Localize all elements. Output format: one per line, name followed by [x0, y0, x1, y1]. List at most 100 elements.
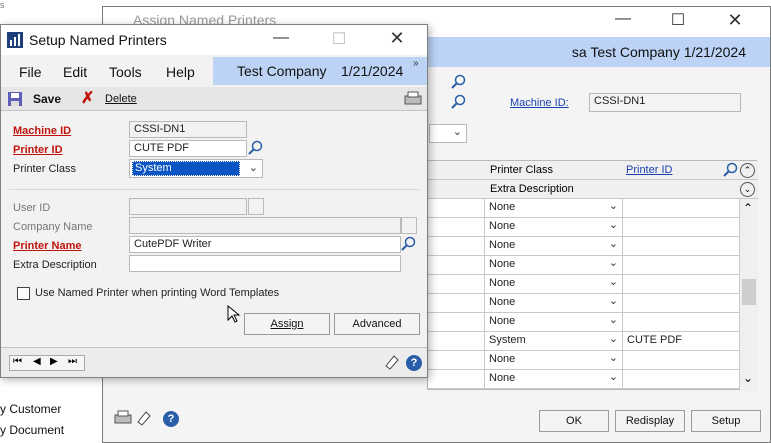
- scroll-thumb[interactable]: [742, 279, 756, 305]
- advanced-button[interactable]: Advanced: [334, 313, 420, 335]
- printer-class-cell[interactable]: None ⌄: [485, 256, 623, 275]
- printer-id-cell[interactable]: CUTE PDF: [623, 332, 740, 351]
- user-id-input[interactable]: [129, 198, 247, 215]
- grid-lookup-icon[interactable]: [723, 162, 739, 178]
- word-templates-checkbox-label[interactable]: Use Named Printer when printing Word Tem…: [35, 287, 279, 299]
- description-cell[interactable]: [428, 370, 485, 389]
- printer-class-cell[interactable]: None ⌄: [485, 218, 623, 237]
- description-cell[interactable]: [428, 237, 485, 256]
- printer-id-cell[interactable]: [623, 294, 740, 313]
- col-printer-id-header[interactable]: Printer ID: [626, 164, 672, 176]
- company-name-input[interactable]: [129, 217, 401, 234]
- table-row[interactable]: None ⌄: [428, 294, 740, 313]
- printer-class-cell[interactable]: System ⌄: [485, 332, 623, 351]
- background-list-item[interactable]: y Document: [0, 423, 64, 437]
- delete-button[interactable]: Delete: [105, 93, 137, 105]
- last-record-icon[interactable]: ⏭: [68, 356, 77, 367]
- machine-id-link[interactable]: Machine ID:: [510, 97, 569, 109]
- scroll-down-arrow[interactable]: ⌄: [743, 371, 753, 385]
- ok-button[interactable]: OK: [539, 410, 609, 432]
- table-row[interactable]: None ⌄: [428, 218, 740, 237]
- description-cell[interactable]: [428, 256, 485, 275]
- printer-id-cell[interactable]: [623, 218, 740, 237]
- machine-id-input[interactable]: CSSI-DN1: [129, 121, 247, 138]
- printer-class-cell[interactable]: None ⌄: [485, 237, 623, 256]
- expand-icon[interactable]: ⌄: [740, 182, 755, 197]
- description-cell[interactable]: [428, 294, 485, 313]
- help-icon[interactable]: ?: [163, 411, 179, 427]
- printer-id-cell[interactable]: [623, 275, 740, 294]
- description-cell[interactable]: [428, 332, 485, 351]
- minimize-button[interactable]: —: [261, 29, 301, 47]
- printer-class-cell[interactable]: None ⌄: [485, 294, 623, 313]
- table-row[interactable]: None ⌄: [428, 256, 740, 275]
- next-record-icon[interactable]: ▶: [50, 356, 58, 367]
- printer-id-lookup-icon[interactable]: [248, 140, 264, 156]
- printer-class-cell[interactable]: None ⌄: [485, 275, 623, 294]
- printer-name-label: Printer Name: [13, 240, 82, 252]
- user-id-lookup-icon[interactable]: [248, 198, 264, 215]
- back-minimize-button[interactable]: —: [603, 10, 643, 28]
- back-maximize-button[interactable]: ☐: [658, 10, 698, 30]
- description-cell[interactable]: [428, 313, 485, 332]
- menu-help[interactable]: Help: [166, 64, 195, 80]
- header-company: Test Company: [237, 63, 327, 79]
- table-row[interactable]: None ⌄: [428, 313, 740, 332]
- expand-chevron-icon[interactable]: »: [413, 58, 419, 69]
- word-templates-checkbox[interactable]: [17, 287, 30, 300]
- background-list-item[interactable]: y Customer: [0, 402, 61, 416]
- table-row[interactable]: None ⌄: [428, 199, 740, 218]
- printer-id-cell[interactable]: [623, 199, 740, 218]
- printer-id-cell[interactable]: [623, 351, 740, 370]
- lookup-icon[interactable]: [451, 74, 467, 90]
- previous-record-icon[interactable]: ◀: [33, 356, 41, 367]
- description-cell[interactable]: [428, 351, 485, 370]
- printer-id-cell[interactable]: [623, 370, 740, 389]
- setup-button[interactable]: Setup: [691, 410, 761, 432]
- printer-id-cell[interactable]: [623, 256, 740, 275]
- description-cell[interactable]: [428, 199, 485, 218]
- printer-class-cell[interactable]: None ⌄: [485, 351, 623, 370]
- maximize-button[interactable]: ☐: [319, 29, 359, 49]
- menu-file[interactable]: File: [19, 64, 42, 80]
- machine-id-field[interactable]: CSSI-DN1: [589, 93, 741, 112]
- grid-scrollbar[interactable]: ⌃ ⌄: [740, 199, 758, 391]
- note-icon[interactable]: [384, 354, 400, 370]
- printer-id-input[interactable]: CUTE PDF: [129, 140, 247, 157]
- table-row[interactable]: None ⌄: [428, 351, 740, 370]
- printer-id-cell[interactable]: [623, 237, 740, 256]
- menu-tools[interactable]: Tools: [109, 64, 142, 80]
- menu-edit[interactable]: Edit: [63, 64, 87, 80]
- assign-button[interactable]: Assign: [244, 313, 330, 335]
- back-close-button[interactable]: ✕: [715, 10, 755, 31]
- collapse-icon[interactable]: ⌃: [740, 163, 755, 178]
- printer-name-lookup-icon[interactable]: [401, 236, 417, 252]
- toolbar-printer-icon[interactable]: [403, 90, 423, 108]
- table-row[interactable]: None ⌄: [428, 275, 740, 294]
- printer-icon[interactable]: [113, 409, 135, 427]
- extra-description-input[interactable]: [129, 255, 401, 272]
- help-icon[interactable]: ?: [406, 355, 422, 371]
- description-cell[interactable]: [428, 275, 485, 294]
- save-button[interactable]: Save: [33, 92, 61, 106]
- printer-id-cell[interactable]: [623, 313, 740, 332]
- record-navigator: ⏮ ◀ ▶ ⏭: [9, 355, 85, 371]
- first-record-icon[interactable]: ⏮: [13, 356, 22, 367]
- scroll-up-arrow[interactable]: ⌃: [743, 201, 753, 215]
- partial-dropdown[interactable]: ⌄: [429, 124, 467, 143]
- table-row[interactable]: None ⌄: [428, 237, 740, 256]
- table-row[interactable]: None ⌄: [428, 370, 740, 389]
- printer-name-input[interactable]: CutePDF Writer: [129, 236, 401, 253]
- delete-icon: ✗: [81, 90, 95, 107]
- table-row[interactable]: System ⌄ CUTE PDF: [428, 332, 740, 351]
- printer-class-cell[interactable]: None ⌄: [485, 313, 623, 332]
- close-button[interactable]: ✕: [377, 28, 417, 49]
- printer-class-cell[interactable]: None ⌄: [485, 370, 623, 389]
- company-name-lookup-icon[interactable]: [401, 217, 417, 234]
- note-icon[interactable]: [136, 410, 152, 426]
- printer-class-cell[interactable]: None ⌄: [485, 199, 623, 218]
- redisplay-button[interactable]: Redisplay: [615, 410, 685, 432]
- description-cell[interactable]: [428, 218, 485, 237]
- printer-class-select[interactable]: System ⌄: [129, 159, 263, 178]
- lookup-icon[interactable]: [451, 94, 467, 110]
